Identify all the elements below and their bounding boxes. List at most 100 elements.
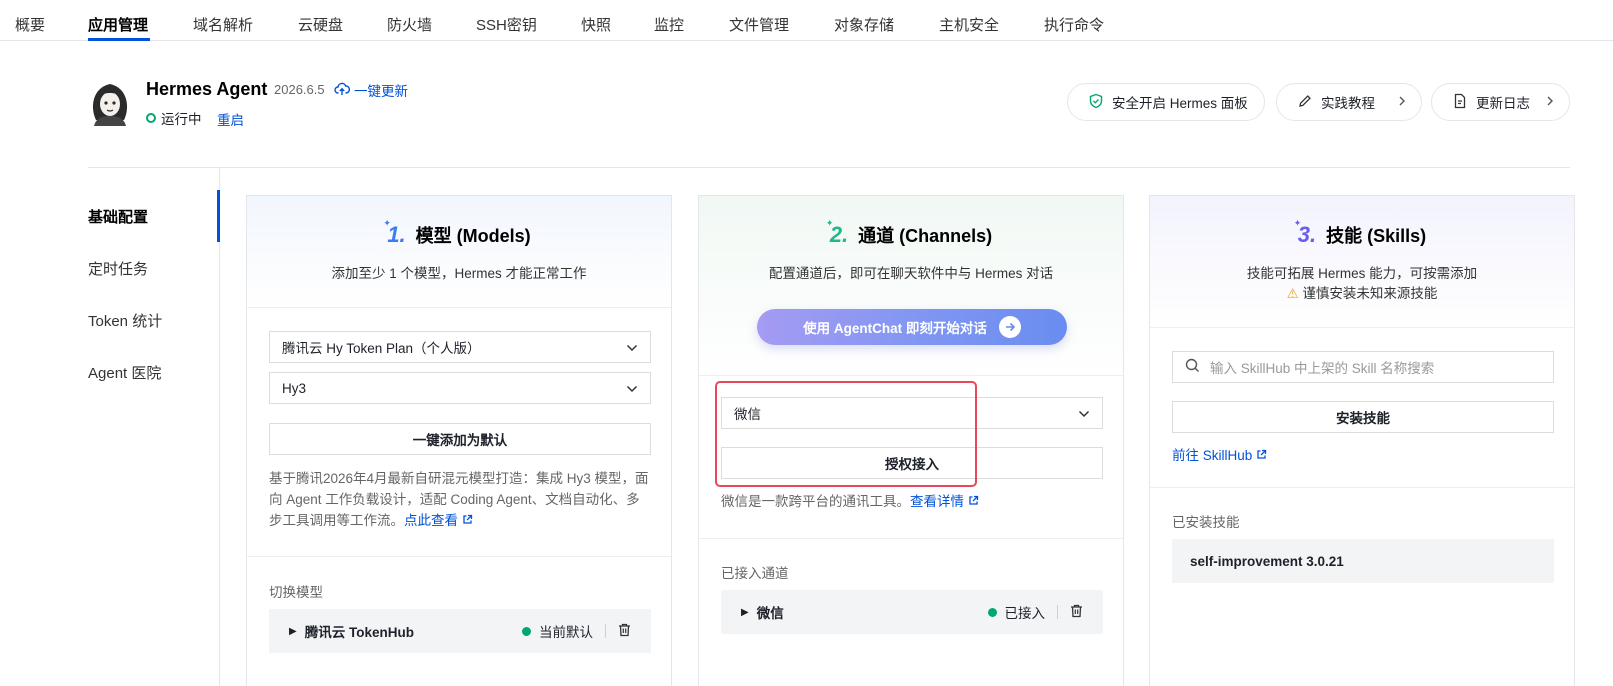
running-status-icon xyxy=(146,113,156,123)
shield-check-icon xyxy=(1088,93,1104,112)
update-label: 一键更新 xyxy=(354,84,408,99)
tab-dns[interactable]: 域名解析 xyxy=(193,14,253,35)
expand-triangle-icon: ▶ xyxy=(741,606,749,618)
trash-icon[interactable] xyxy=(618,623,631,640)
tab-host-security[interactable]: 主机安全 xyxy=(939,14,999,35)
skills-card: ✦ 3. 技能 (Skills) 技能可拓展 Hermes 能力，可按需添加 ⚠ 谨… xyxy=(1149,195,1575,686)
connected-channel-status: 已接入 xyxy=(1004,606,1046,621)
status-dot-icon xyxy=(522,626,531,636)
search-icon xyxy=(1185,358,1200,376)
tab-firewall[interactable]: 防火墙 xyxy=(387,14,432,35)
channel-select[interactable]: 微信 xyxy=(721,397,1103,429)
channels-card-header: ✦ 2. 通道 (Channels) 配置通道后，即可在聊天软件中与 Hermes … xyxy=(699,196,1123,376)
models-title: ✦ 1. 模型 (Models) xyxy=(247,218,671,248)
trash-icon[interactable] xyxy=(1070,604,1083,621)
installed-skills-label: 已安装技能 xyxy=(1172,515,1240,530)
details-link[interactable]: 查看详情 xyxy=(910,494,979,509)
skills-title: ✦ 3. 技能 (Skills) xyxy=(1150,218,1574,248)
agentchat-button-label: 使用 AgentChat 即刻开始对话 xyxy=(803,321,987,336)
skill-search-placeholder: 输入 SkillHub 中上架的 Skill 名称搜索 xyxy=(1210,361,1435,376)
skills-card-header: ✦ 3. 技能 (Skills) 技能可拓展 Hermes 能力，可按需添加 ⚠ 谨… xyxy=(1150,196,1574,328)
model-select-value: Hy3 xyxy=(282,380,307,396)
sidebar-active-indicator xyxy=(217,190,220,242)
channels-title-text: 通道 (Channels) xyxy=(858,226,993,246)
tab-file-management[interactable]: 文件管理 xyxy=(729,14,789,35)
skills-subtitle: 技能可拓展 Hermes 能力，可按需添加 xyxy=(1246,266,1478,281)
model-select[interactable]: Hy3 xyxy=(269,372,651,404)
install-skill-button[interactable]: 安装技能 xyxy=(1172,401,1554,433)
channel-select-value: 微信 xyxy=(734,407,761,422)
restart-button[interactable]: 重启 xyxy=(217,109,244,129)
skillhub-link[interactable]: 前往 SkillHub xyxy=(1172,448,1267,463)
channels-card: ✦ 2. 通道 (Channels) 配置通道后，即可在聊天软件中与 Hermes … xyxy=(698,195,1124,686)
connected-channels-label: 已接入通道 xyxy=(721,566,789,581)
models-card-header: ✦ 1. 模型 (Models) 添加至少 1 个模型，Hermes 才能正常工作 xyxy=(247,196,671,308)
provider-select-value: 腾讯云 Hy Token Plan（个人版） xyxy=(282,341,481,356)
sidebar-item-token-stats[interactable]: Token 统计 xyxy=(88,310,162,331)
app-title: Hermes Agent xyxy=(146,79,268,99)
sparkle-icon: ✦ xyxy=(825,218,834,228)
status-text: 运行中 xyxy=(161,112,202,127)
document-icon xyxy=(1452,93,1468,112)
changelog-button[interactable]: 更新日志 xyxy=(1431,83,1570,121)
skills-warning-text: 谨慎安装未知来源技能 xyxy=(1302,286,1438,301)
tab-object-storage[interactable]: 对象存储 xyxy=(834,14,894,35)
view-link[interactable]: 点此查看 xyxy=(404,513,473,528)
update-button[interactable]: 一键更新 xyxy=(334,80,408,100)
current-model-row[interactable]: ▶ 腾讯云 TokenHub 当前默认 xyxy=(269,609,651,653)
skills-title-text: 技能 (Skills) xyxy=(1326,226,1427,246)
tab-overview[interactable]: 概要 xyxy=(15,14,45,35)
tutorial-button[interactable]: 实践教程 xyxy=(1276,83,1422,121)
channels-divider xyxy=(699,538,1123,539)
chevron-down-icon xyxy=(1078,406,1090,421)
models-title-text: 模型 (Models) xyxy=(415,226,531,246)
installed-skill-item[interactable]: self-improvement 3.0.21 xyxy=(1172,539,1554,583)
sidebar-divider xyxy=(219,168,220,686)
chevron-down-icon xyxy=(626,340,638,355)
external-link-icon xyxy=(1257,449,1267,459)
row-separator xyxy=(605,624,606,638)
expand-triangle-icon: ▶ xyxy=(289,625,297,637)
chevron-right-icon xyxy=(1545,95,1555,110)
models-description: 基于腾讯2026年4月最新自研混元模型打造：集成 Hy3 模型，面向 Agent… xyxy=(269,468,653,531)
tab-app-management[interactable]: 应用管理 xyxy=(88,14,148,35)
open-panel-button[interactable]: 安全开启 Hermes 面板 xyxy=(1067,83,1265,121)
skillhub-link-label: 前往 SkillHub xyxy=(1172,448,1253,463)
status-badge: 运行中 xyxy=(146,108,202,128)
models-divider xyxy=(247,556,671,557)
warning-icon: ⚠ xyxy=(1286,286,1299,301)
sidebar-item-scheduled-tasks[interactable]: 定时任务 xyxy=(88,258,148,279)
sparkle-icon: ✦ xyxy=(383,218,391,228)
connected-channel-row[interactable]: ▶ 微信 已接入 xyxy=(721,590,1103,634)
app-avatar xyxy=(88,80,132,126)
authorize-button[interactable]: 授权接入 xyxy=(721,447,1103,479)
agentchat-button[interactable]: 使用 AgentChat 即刻开始对话 xyxy=(757,309,1067,345)
connected-channel-name: 微信 xyxy=(756,606,784,621)
external-link-icon xyxy=(463,514,472,524)
switch-model-label: 切换模型 xyxy=(269,585,323,600)
tab-ssh-keys[interactable]: SSH密钥 xyxy=(476,14,537,35)
open-panel-label: 安全开启 Hermes 面板 xyxy=(1112,96,1248,111)
channels-title: ✦ 2. 通道 (Channels) xyxy=(699,218,1123,248)
view-link-label: 点此查看 xyxy=(404,513,458,528)
channels-description-text: 微信是一款跨平台的通讯工具。 xyxy=(721,494,910,509)
channels-description: 微信是一款跨平台的通讯工具。查看详情 xyxy=(721,491,1105,512)
row-separator xyxy=(1057,605,1058,619)
add-default-button[interactable]: 一键添加为默认 xyxy=(269,423,651,455)
tab-cloud-disk[interactable]: 云硬盘 xyxy=(298,14,343,35)
skillhub-link-row: 前往 SkillHub xyxy=(1172,445,1267,466)
provider-select[interactable]: 腾讯云 Hy Token Plan（个人版） xyxy=(269,331,651,363)
pencil-icon xyxy=(1297,93,1313,112)
tab-snapshots[interactable]: 快照 xyxy=(581,14,611,35)
chevron-down-icon xyxy=(626,381,638,396)
current-model-name: 腾讯云 TokenHub xyxy=(304,625,414,640)
cloud-upload-icon xyxy=(334,81,351,100)
sidebar-item-basic-config[interactable]: 基础配置 xyxy=(88,206,148,227)
tab-run-command[interactable]: 执行命令 xyxy=(1044,14,1104,35)
skill-search-input[interactable]: 输入 SkillHub 中上架的 Skill 名称搜索 xyxy=(1172,351,1554,383)
top-nav: 概要 应用管理 域名解析 云硬盘 防火墙 SSH密钥 快照 监控 文件管理 对象… xyxy=(0,0,1613,41)
sparkle-icon: ✦ xyxy=(1293,218,1302,228)
tab-monitoring[interactable]: 监控 xyxy=(654,14,684,35)
sidebar-item-agent-hospital[interactable]: Agent 医院 xyxy=(88,362,161,383)
skills-warning: ⚠ 谨慎安装未知来源技能 xyxy=(1150,282,1574,302)
